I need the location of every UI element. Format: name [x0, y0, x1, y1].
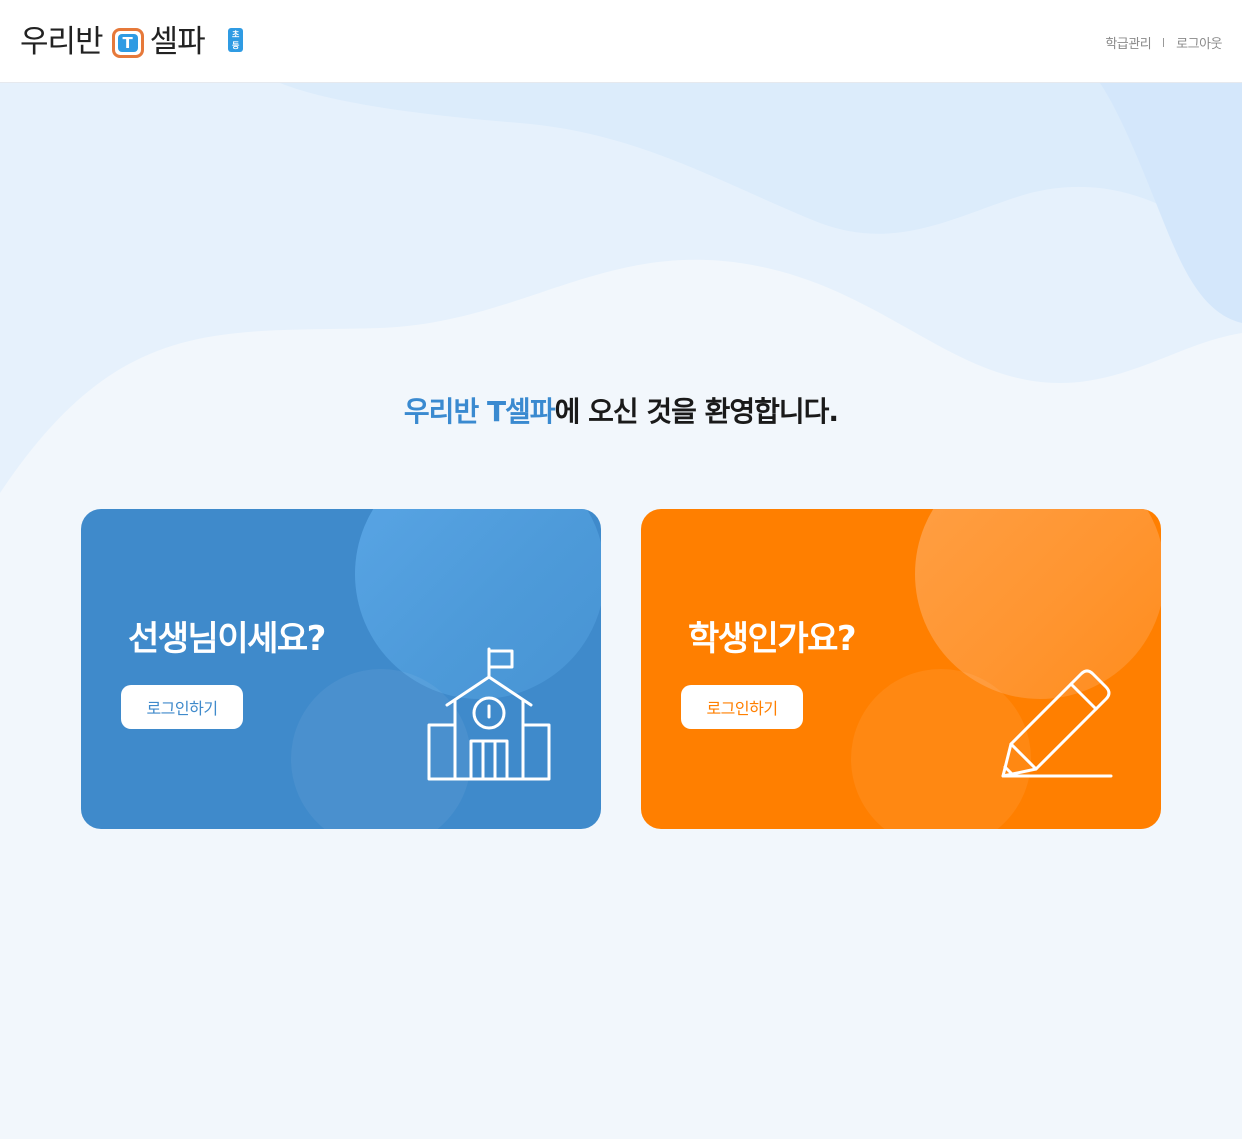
logo-text-prefix: 우리반 — [20, 24, 104, 60]
logout-link[interactable]: 로그아웃 — [1176, 33, 1222, 52]
logo-text-suffix: 셀파 — [149, 24, 206, 60]
student-card-title: 학생인가요? — [688, 619, 857, 659]
welcome-heading: 우리반 T셀파에 오신 것을 환영합니다. — [0, 392, 1242, 432]
logo-badge: 초등 — [228, 28, 244, 52]
welcome-text: 에 오신 것을 환영합니다. — [554, 395, 839, 428]
logo-t-letter: T — [117, 34, 138, 52]
teacher-card[interactable]: 선생님이세요? 로그인하기 — [81, 509, 601, 829]
nav-divider — [1163, 38, 1165, 47]
top-header: 우리반 T 셀파 초등 학급관리 로그아웃 — [0, 0, 1242, 83]
pencil-icon — [1001, 669, 1113, 778]
welcome-highlight: 우리반 T셀파 — [403, 395, 556, 428]
logo[interactable]: 우리반 T 셀파 초등 — [20, 22, 244, 62]
student-login-button[interactable]: 로그인하기 — [681, 685, 803, 729]
teacher-login-button[interactable]: 로그인하기 — [121, 685, 243, 729]
top-nav: 학급관리 로그아웃 — [1105, 33, 1222, 52]
student-card[interactable]: 학생인가요? 로그인하기 — [641, 509, 1161, 829]
teacher-card-title: 선생님이세요? — [128, 619, 326, 659]
school-icon — [427, 647, 551, 781]
class-management-link[interactable]: 학급관리 — [1105, 33, 1151, 52]
logo-t-icon: T — [111, 28, 144, 58]
